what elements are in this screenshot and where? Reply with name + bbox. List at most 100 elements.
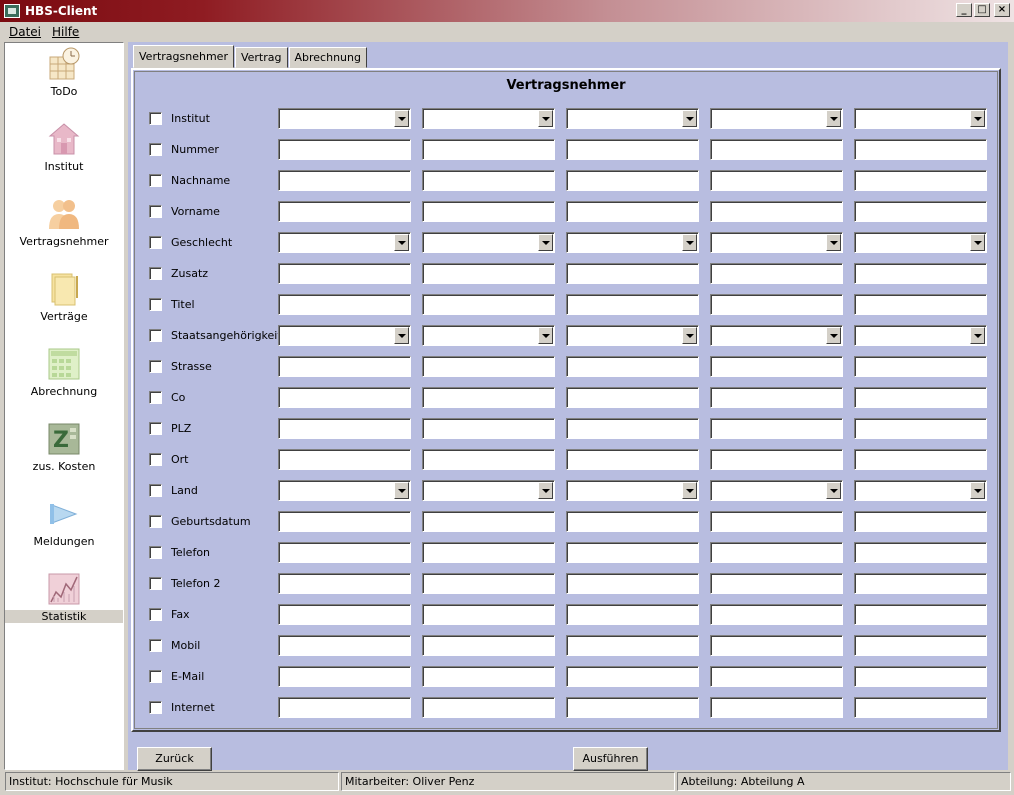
text-field[interactable] [710, 542, 843, 563]
text-field[interactable] [278, 356, 411, 377]
text-field[interactable] [422, 418, 555, 439]
text-field[interactable] [422, 263, 555, 284]
chevron-down-icon[interactable] [826, 234, 841, 251]
text-field[interactable] [854, 604, 987, 625]
text-field[interactable] [422, 666, 555, 687]
text-field[interactable] [854, 635, 987, 656]
text-field[interactable] [854, 356, 987, 377]
text-field[interactable] [278, 449, 411, 470]
maximize-button[interactable]: □ [974, 3, 990, 17]
row-checkbox[interactable] [149, 329, 162, 342]
nav-abrechnung[interactable]: Abrechnung [5, 347, 123, 398]
row-checkbox[interactable] [149, 205, 162, 218]
text-field[interactable] [278, 294, 411, 315]
text-field[interactable] [566, 170, 699, 191]
text-field[interactable] [566, 294, 699, 315]
minimize-button[interactable]: _ [956, 3, 972, 17]
text-field[interactable] [566, 511, 699, 532]
row-checkbox[interactable] [149, 608, 162, 621]
text-field[interactable] [710, 666, 843, 687]
chevron-down-icon[interactable] [826, 327, 841, 344]
row-checkbox[interactable] [149, 639, 162, 652]
chevron-down-icon[interactable] [682, 327, 697, 344]
row-checkbox[interactable] [149, 236, 162, 249]
text-field[interactable] [566, 604, 699, 625]
text-field[interactable] [710, 356, 843, 377]
combo-box[interactable] [710, 480, 843, 501]
nav-vertragsnehmer[interactable]: Vertragsnehmer [5, 197, 123, 248]
chevron-down-icon[interactable] [970, 234, 985, 251]
chevron-down-icon[interactable] [394, 482, 409, 499]
text-field[interactable] [566, 449, 699, 470]
text-field[interactable] [566, 263, 699, 284]
combo-box[interactable] [422, 480, 555, 501]
row-checkbox[interactable] [149, 422, 162, 435]
chevron-down-icon[interactable] [538, 234, 553, 251]
combo-box[interactable] [566, 480, 699, 501]
text-field[interactable] [710, 449, 843, 470]
row-checkbox[interactable] [149, 143, 162, 156]
text-field[interactable] [566, 356, 699, 377]
text-field[interactable] [854, 263, 987, 284]
text-field[interactable] [278, 201, 411, 222]
row-checkbox[interactable] [149, 298, 162, 311]
menu-hilfe[interactable]: Hilfe [52, 25, 79, 39]
nav-statistik[interactable]: Statistik [5, 572, 123, 623]
close-button[interactable]: × [994, 3, 1010, 17]
row-checkbox[interactable] [149, 670, 162, 683]
text-field[interactable] [278, 542, 411, 563]
chevron-down-icon[interactable] [682, 110, 697, 127]
combo-box[interactable] [422, 108, 555, 129]
text-field[interactable] [854, 666, 987, 687]
chevron-down-icon[interactable] [538, 327, 553, 344]
chevron-down-icon[interactable] [394, 327, 409, 344]
text-field[interactable] [854, 449, 987, 470]
text-field[interactable] [566, 697, 699, 718]
combo-box[interactable] [854, 108, 987, 129]
text-field[interactable] [422, 573, 555, 594]
row-checkbox[interactable] [149, 453, 162, 466]
text-field[interactable] [278, 511, 411, 532]
text-field[interactable] [422, 697, 555, 718]
text-field[interactable] [710, 573, 843, 594]
nav-zus-kosten[interactable]: Z zus. Kosten [5, 422, 123, 473]
combo-box[interactable] [278, 480, 411, 501]
back-button[interactable]: Zurück [137, 747, 212, 771]
text-field[interactable] [278, 418, 411, 439]
text-field[interactable] [710, 294, 843, 315]
chevron-down-icon[interactable] [538, 482, 553, 499]
text-field[interactable] [566, 573, 699, 594]
text-field[interactable] [854, 697, 987, 718]
row-checkbox[interactable] [149, 515, 162, 528]
text-field[interactable] [566, 387, 699, 408]
text-field[interactable] [566, 666, 699, 687]
text-field[interactable] [854, 542, 987, 563]
row-checkbox[interactable] [149, 701, 162, 714]
chevron-down-icon[interactable] [970, 110, 985, 127]
text-field[interactable] [710, 635, 843, 656]
text-field[interactable] [422, 449, 555, 470]
text-field[interactable] [566, 418, 699, 439]
combo-box[interactable] [710, 232, 843, 253]
text-field[interactable] [710, 139, 843, 160]
chevron-down-icon[interactable] [394, 110, 409, 127]
text-field[interactable] [854, 294, 987, 315]
row-checkbox[interactable] [149, 484, 162, 497]
chevron-down-icon[interactable] [682, 482, 697, 499]
combo-box[interactable] [566, 108, 699, 129]
text-field[interactable] [854, 139, 987, 160]
text-field[interactable] [422, 511, 555, 532]
text-field[interactable] [422, 201, 555, 222]
text-field[interactable] [854, 511, 987, 532]
combo-box[interactable] [278, 232, 411, 253]
row-checkbox[interactable] [149, 267, 162, 280]
combo-box[interactable] [710, 325, 843, 346]
row-checkbox[interactable] [149, 391, 162, 404]
chevron-down-icon[interactable] [394, 234, 409, 251]
tab-vertragsnehmer[interactable]: Vertragsnehmer [133, 45, 234, 68]
chevron-down-icon[interactable] [970, 327, 985, 344]
chevron-down-icon[interactable] [826, 110, 841, 127]
text-field[interactable] [422, 387, 555, 408]
nav-meldungen[interactable]: Meldungen [5, 497, 123, 548]
text-field[interactable] [854, 201, 987, 222]
